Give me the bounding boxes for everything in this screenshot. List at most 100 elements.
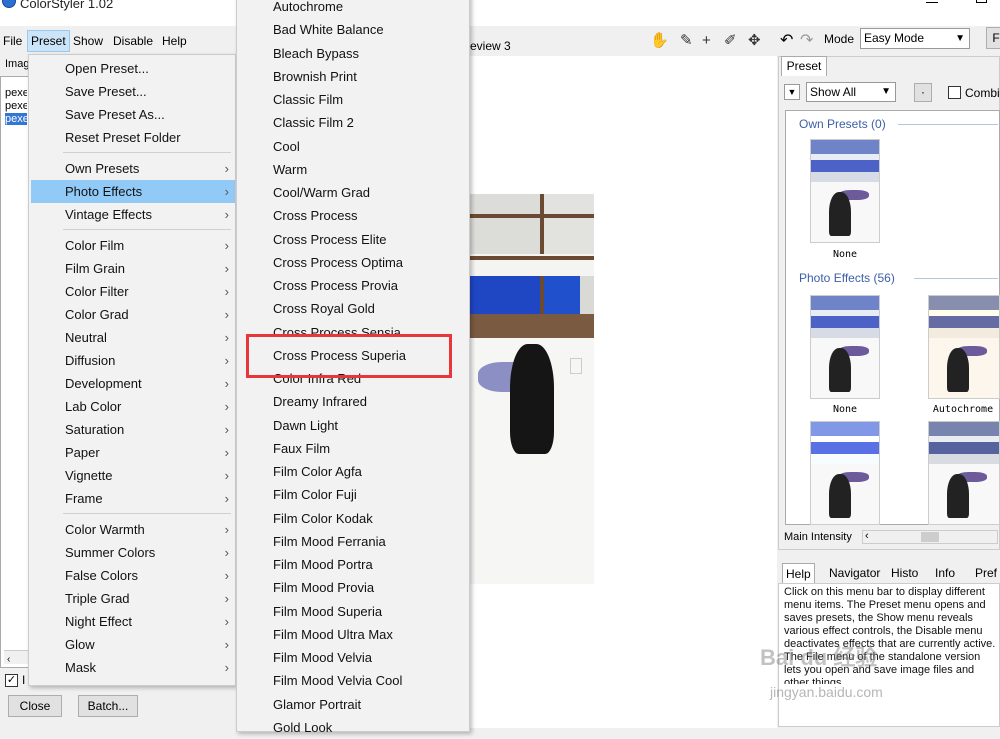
menu-item-reset-preset-folder[interactable]: Reset Preset Folder (31, 126, 235, 149)
menu-item-night-effect[interactable]: Night Effect › (31, 610, 235, 633)
menu-item-color-grad[interactable]: Color Grad › (31, 303, 235, 326)
menu-item-vintage-effects[interactable]: Vintage Effects › (31, 203, 235, 226)
submenu-item-classic-film[interactable]: Classic Film (273, 88, 343, 111)
menu-preset[interactable]: Preset (27, 30, 70, 52)
preset-thumb-none-own[interactable] (810, 139, 880, 243)
menu-item-glow[interactable]: Glow › (31, 633, 235, 656)
tab-preset[interactable]: Preset (781, 56, 827, 76)
submenu-item-cross-process-provia[interactable]: Cross Process Provia (273, 274, 398, 297)
preset-thumb[interactable] (810, 421, 880, 525)
submenu-item-cool-warm-grad[interactable]: Cool/Warm Grad (273, 181, 370, 204)
menu-item-saturation[interactable]: Saturation › (31, 418, 235, 441)
preset-thumb-none[interactable] (810, 295, 880, 399)
preset-menu-button[interactable]: ▼ (784, 84, 800, 100)
batch-button[interactable]: Batch... (78, 695, 138, 717)
menu-item-film-grain[interactable]: Film Grain › (31, 257, 235, 280)
menu-help[interactable]: Help (159, 30, 190, 52)
menu-item-summer-colors[interactable]: Summer Colors › (31, 541, 235, 564)
menu-item-mask[interactable]: Mask › (31, 656, 235, 679)
file-item-selected[interactable]: pexe (5, 113, 27, 125)
submenu-item-film-mood-superia[interactable]: Film Mood Superia (273, 600, 382, 623)
menu-item-save-preset-as[interactable]: Save Preset As... (31, 103, 235, 126)
submenu-item-film-color-fuji[interactable]: Film Color Fuji (273, 483, 357, 506)
eyedropper-icon[interactable]: ✎ (680, 30, 693, 52)
submenu-item-bad-white-balance[interactable]: Bad White Balance (273, 18, 384, 41)
preset-dot-button[interactable]: · (914, 83, 932, 102)
submenu-item-faux-film[interactable]: Faux Film (273, 437, 330, 460)
maximize-icon[interactable] (976, 0, 987, 3)
menu-item-own-presets[interactable]: Own Presets › (31, 157, 235, 180)
submenu-item-warm[interactable]: Warm (273, 158, 307, 181)
menu-show[interactable]: Show (70, 30, 106, 52)
tab-histo[interactable]: Histo (888, 563, 921, 583)
menu-file[interactable]: File (0, 30, 25, 52)
menu-item-color-film[interactable]: Color Film › (31, 234, 235, 257)
submenu-item-classic-film-2[interactable]: Classic Film 2 (273, 111, 354, 134)
tab-info[interactable]: Info (932, 563, 958, 583)
brush-icon[interactable]: ✐ (724, 30, 737, 52)
menu-item-development[interactable]: Development › (31, 372, 235, 395)
submenu-item-film-mood-velvia[interactable]: Film Mood Velvia (273, 646, 372, 669)
menu-item-false-colors[interactable]: False Colors › (31, 564, 235, 587)
preset-thumbnails: Own Presets (0) None Photo Effects (56) … (785, 110, 1000, 525)
menu-item-lab-color[interactable]: Lab Color › (31, 395, 235, 418)
submenu-item-cross-process[interactable]: Cross Process (273, 204, 358, 227)
hand-icon[interactable]: ✋ (650, 30, 669, 52)
menu-item-triple-grad[interactable]: Triple Grad › (31, 587, 235, 610)
submenu-item-glamor-portrait[interactable]: Glamor Portrait (273, 693, 361, 716)
menu-item-open-preset[interactable]: Open Preset... (31, 57, 235, 80)
undo-icon[interactable]: ↶ (780, 30, 793, 50)
submenu-item-brownish-print[interactable]: Brownish Print (273, 65, 357, 88)
close-button[interactable]: Close (8, 695, 62, 717)
submenu-item-film-mood-portra[interactable]: Film Mood Portra (273, 553, 373, 576)
bottom-checkbox[interactable]: ✓ (5, 674, 18, 687)
menu-item-save-preset[interactable]: Save Preset... (31, 80, 235, 103)
menu-item-color-filter[interactable]: Color Filter › (31, 280, 235, 303)
menu-item-vignette[interactable]: Vignette › (31, 464, 235, 487)
main-intensity-slider[interactable]: ‹ (862, 530, 998, 544)
submenu-item-gold-look[interactable]: Gold Look (273, 716, 332, 739)
minimize-icon[interactable] (926, 2, 938, 3)
submenu-item-film-mood-ultra-max[interactable]: Film Mood Ultra Max (273, 623, 393, 646)
scroll-left-icon[interactable]: ‹ (4, 654, 10, 665)
scroll-left-icon[interactable]: ‹ (865, 530, 869, 542)
submenu-item-film-mood-provia[interactable]: Film Mood Provia (273, 576, 374, 599)
menu-item-diffusion[interactable]: Diffusion › (31, 349, 235, 372)
image-list-scrollbar[interactable]: ‹ (4, 650, 30, 665)
submenu-item-bleach-bypass[interactable]: Bleach Bypass (273, 42, 359, 65)
image-list[interactable]: pexe pexe pexe (0, 76, 30, 668)
menu-item-color-warmth[interactable]: Color Warmth › (31, 518, 235, 541)
submenu-item-film-color-kodak[interactable]: Film Color Kodak (273, 507, 373, 530)
preset-filter-select[interactable]: Show All ▼ (806, 82, 896, 102)
submenu-item-film-color-agfa[interactable]: Film Color Agfa (273, 460, 362, 483)
submenu-item-cross-process-optima[interactable]: Cross Process Optima (273, 251, 403, 274)
tab-navigator[interactable]: Navigator (826, 563, 883, 583)
extra-button[interactable]: F (986, 27, 1000, 49)
submenu-item-dawn-light[interactable]: Dawn Light (273, 414, 338, 437)
submenu-item-dreamy-infrared[interactable]: Dreamy Infrared (273, 390, 367, 413)
submenu-item-cross-process-elite[interactable]: Cross Process Elite (273, 228, 386, 251)
redo-icon[interactable]: ↷ (800, 30, 813, 50)
preset-thumb[interactable] (928, 421, 1000, 525)
tab-pref[interactable]: Pref (972, 563, 1000, 583)
file-item[interactable]: pexe (5, 100, 27, 112)
submenu-item-cross-royal-gold[interactable]: Cross Royal Gold (273, 297, 375, 320)
menu-item-neutral[interactable]: Neutral › (31, 326, 235, 349)
file-item[interactable]: pexe (5, 87, 27, 99)
menu-item-photo-effects[interactable]: Photo Effects › (31, 180, 235, 203)
menu-item-paper[interactable]: Paper › (31, 441, 235, 464)
tab-preview-3[interactable]: eview 3 (470, 36, 530, 56)
slider-thumb[interactable] (921, 532, 939, 542)
combine-checkbox[interactable] (948, 86, 961, 99)
mode-select[interactable]: Easy Mode ▼ (860, 28, 970, 49)
preset-thumb-autochrome[interactable] (928, 295, 1000, 399)
menu-item-frame[interactable]: Frame › (31, 487, 235, 510)
submenu-item-film-mood-ferrania[interactable]: Film Mood Ferrania (273, 530, 386, 553)
submenu-item-cool[interactable]: Cool (273, 135, 300, 158)
crosshair-icon[interactable]: + (702, 30, 711, 52)
menu-disable[interactable]: Disable (110, 30, 156, 52)
submenu-item-autochrome[interactable]: Autochrome (273, 0, 343, 18)
move-icon[interactable]: ✥ (748, 30, 761, 52)
tab-help[interactable]: Help (782, 563, 815, 583)
submenu-item-film-mood-velvia-cool[interactable]: Film Mood Velvia Cool (273, 669, 402, 692)
